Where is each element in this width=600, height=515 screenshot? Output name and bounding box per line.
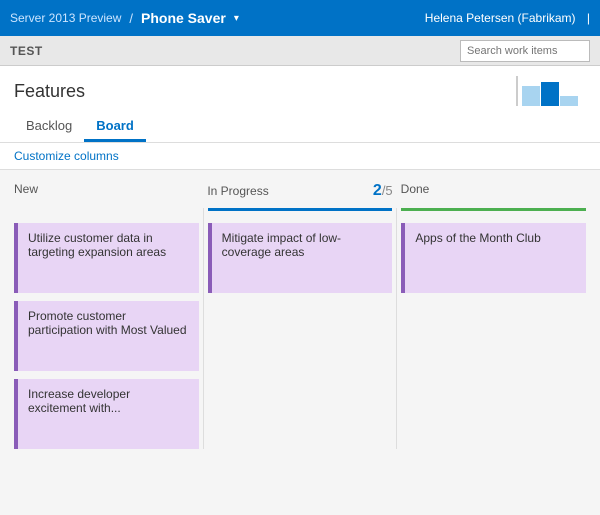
chart-bar-1 [522, 86, 540, 106]
col-header-done: Done [397, 180, 590, 202]
col-inprogress: Mitigate impact of low-coverage areas [204, 208, 398, 449]
card-new-1-text: Utilize customer data in targeting expan… [28, 231, 166, 259]
card-done-1-text: Apps of the Month Club [415, 231, 540, 245]
search-input[interactable] [467, 45, 583, 57]
toolbar: Customize columns [0, 143, 600, 170]
board-area: New In Progress 2/5 Done Utilize custome… [0, 170, 600, 459]
col-header-inprogress-label: In Progress [207, 184, 268, 198]
col-header-done-label: Done [401, 182, 430, 196]
board-columns-header: New In Progress 2/5 Done [10, 180, 590, 202]
features-title-row: Features [14, 76, 586, 106]
chart-bar-3 [560, 96, 578, 106]
server-name: Server 2013 Preview [10, 11, 121, 25]
topbar-separator: / [129, 11, 133, 26]
done-top-indicator [401, 208, 586, 211]
search-box[interactable] [460, 40, 590, 62]
subbar-label: TEST [10, 44, 43, 58]
nav-tabs: Backlog Board [14, 112, 586, 142]
chart-bar-2 [541, 82, 559, 106]
tab-board[interactable]: Board [84, 112, 146, 142]
topbar: Server 2013 Preview / Phone Saver ▾ Hele… [0, 0, 600, 36]
card-new-3[interactable]: Increase developer excitement with... [14, 379, 199, 449]
card-new-3-text: Increase developer excitement with... [28, 387, 130, 415]
wip-count: 2/5 [373, 182, 393, 200]
wip-limit: /5 [382, 183, 393, 198]
card-inprogress-1[interactable]: Mitigate impact of low-coverage areas [208, 223, 393, 293]
wip-current: 2 [373, 182, 382, 199]
customize-columns-link[interactable]: Customize columns [14, 149, 119, 163]
features-chart [516, 76, 586, 106]
inprogress-top-indicator [208, 208, 393, 211]
col-header-inprogress: In Progress 2/5 [203, 180, 396, 202]
new-top-indicator [14, 208, 199, 211]
board-columns: Utilize customer data in targeting expan… [10, 208, 590, 449]
col-done: Apps of the Month Club [397, 208, 590, 449]
topbar-right: Helena Petersen (Fabrikam) | [425, 11, 590, 25]
project-name[interactable]: Phone Saver [141, 10, 226, 26]
col-header-new: New [10, 180, 203, 202]
card-done-1[interactable]: Apps of the Month Club [401, 223, 586, 293]
tab-backlog[interactable]: Backlog [14, 112, 84, 142]
col-header-new-label: New [14, 182, 38, 196]
topbar-divider: | [587, 11, 590, 25]
card-new-2[interactable]: Promote customer participation with Most… [14, 301, 199, 371]
features-header: Features Backlog Board [0, 66, 600, 143]
card-new-1[interactable]: Utilize customer data in targeting expan… [14, 223, 199, 293]
card-new-2-text: Promote customer participation with Most… [28, 309, 187, 337]
card-inprogress-1-text: Mitigate impact of low-coverage areas [222, 231, 341, 259]
project-dropdown-icon[interactable]: ▾ [234, 13, 239, 24]
features-title: Features [14, 81, 85, 102]
user-name: Helena Petersen (Fabrikam) [425, 11, 576, 25]
subbar: TEST [0, 36, 600, 66]
col-new: Utilize customer data in targeting expan… [10, 208, 204, 449]
topbar-left: Server 2013 Preview / Phone Saver ▾ [10, 10, 239, 26]
